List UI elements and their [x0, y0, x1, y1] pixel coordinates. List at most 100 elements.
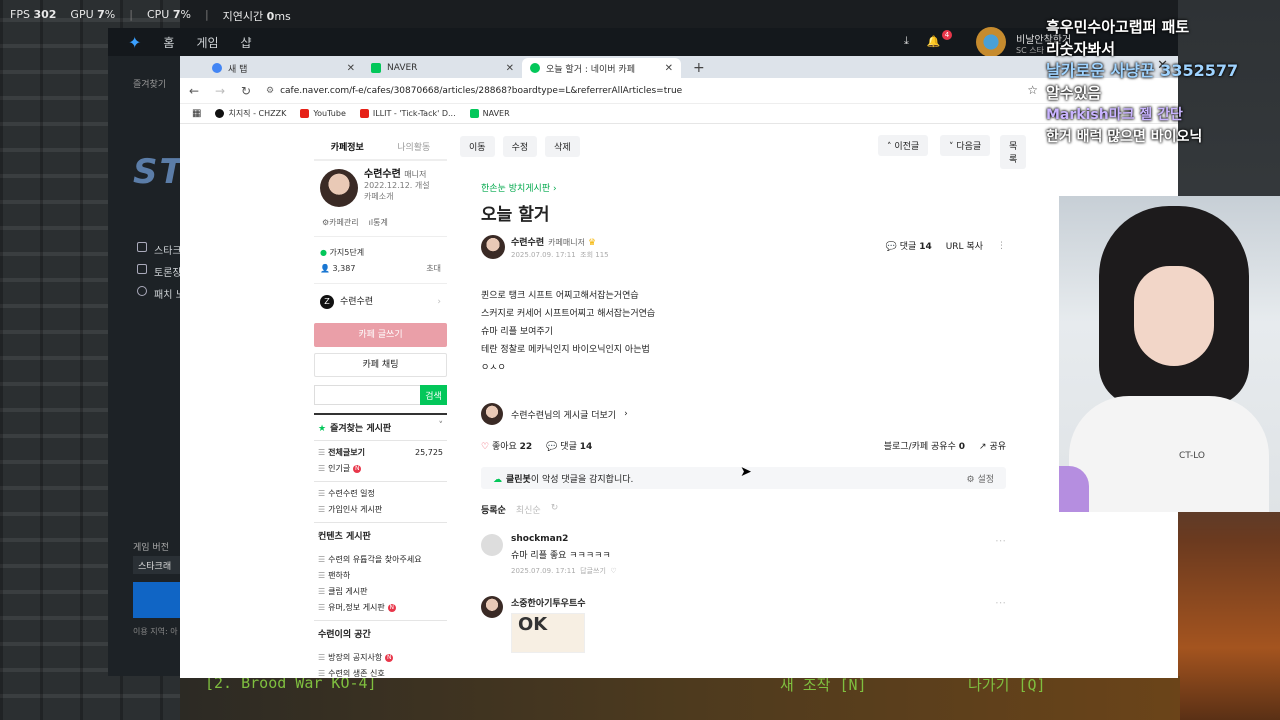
cafe-chat-button[interactable]: 카페 채팅 [314, 353, 447, 377]
cafe-search-button[interactable]: 검색 [420, 385, 447, 405]
board-breadcrumb[interactable]: 한손눈 방치게시판 › [460, 181, 1020, 194]
edit-button[interactable]: 수정 [502, 135, 538, 157]
cleanbot-settings-button[interactable]: ⚙ 설정 [966, 472, 994, 485]
sort-registered[interactable]: 등록순 [481, 503, 506, 516]
board-schedule[interactable]: ☰ 수련수련 일정 [318, 486, 443, 502]
browser-window: 새 탭 ✕ NAVER ✕ 오늘 할거 : 네이버 카페 ✕ + ✕ ← → ↻… [180, 56, 1178, 678]
manager-name[interactable]: 수련수련 [364, 169, 401, 180]
cafe-manage-link[interactable]: ⚙카페관리 [322, 217, 359, 228]
comment-author[interactable]: shockman2 [511, 534, 1020, 544]
cafe-level[interactable]: 가지5단계 [330, 248, 365, 257]
game-version-label: 게임 버전 [133, 543, 169, 553]
tab-cafe-info[interactable]: 카페정보 [314, 140, 381, 153]
user-avatar[interactable] [976, 27, 1006, 57]
board-humor-info[interactable]: ☰ 유머,정보 게시판 N [318, 600, 443, 616]
close-icon[interactable]: ✕ [506, 63, 514, 74]
launcher-nav-home[interactable]: 홈 [163, 34, 174, 51]
game-version-select[interactable]: 스타크래 [133, 556, 180, 574]
comment-author[interactable]: 소중한아기투우트수 [511, 596, 1020, 609]
move-button[interactable]: 이동 [460, 135, 495, 157]
close-icon[interactable]: ✕ [665, 63, 673, 74]
member-count[interactable]: 3,387 [333, 264, 356, 273]
heart-icon[interactable]: ♡ [610, 567, 616, 575]
author-name[interactable]: 수련수련 [511, 238, 544, 248]
list-icon: ☰ [318, 489, 326, 498]
body-line: 퀸으로 탱크 시프트 어찌고해서잡는거연습 [481, 291, 639, 301]
bookmark-chzzk[interactable]: 치지직 - CHZZK [215, 108, 286, 119]
cafe-search-input[interactable] [314, 385, 420, 405]
cafe-write-button[interactable]: 카페 글쓰기 [314, 323, 447, 347]
more-by-author-link[interactable]: 수련수련님의 게시글 더보기 › [460, 403, 1020, 425]
reply-count-button[interactable]: 💬 댓글 14 [546, 439, 592, 452]
cafe-intro-link[interactable]: 카페소개 [364, 191, 430, 202]
share-button[interactable]: ↗ 공유 [979, 439, 1006, 452]
body-line: ㅇㅅㅇ [481, 363, 506, 373]
prev-post-button[interactable]: ˄ 이전글 [878, 135, 929, 156]
streamer-face [1134, 266, 1214, 366]
launcher-nav-shop[interactable]: 샵 [241, 34, 252, 51]
body-line: 슈마 리플 보여주기 [481, 327, 553, 337]
site-info-icon[interactable]: ⚙ [266, 86, 274, 96]
launcher-nav-games[interactable]: 게임 [196, 34, 218, 51]
back-icon[interactable]: ← [188, 84, 200, 98]
refresh-icon[interactable]: ↻ [551, 503, 559, 516]
launcher-side-forum[interactable]: 토론장 [154, 264, 182, 279]
cafe-search: 검색 [314, 385, 447, 405]
article-actions: ♡ 좋아요 22 💬 댓글 14 블로그/카페 공유수 0 ↗ 공유 [460, 439, 1020, 457]
more-horizontal-icon[interactable]: ⋯ [995, 596, 1006, 609]
board-fan[interactable]: ☰ 팬하하 [318, 568, 443, 584]
list-icon: ☰ [318, 555, 326, 564]
battlenet-logo-icon[interactable]: ✦ [128, 33, 141, 52]
cafe-stats-link[interactable]: ıl통계 [369, 217, 388, 228]
apps-grid-icon[interactable]: ▦ [192, 108, 201, 119]
page-title: 오늘 할거 [481, 205, 550, 225]
tab-my-activity[interactable]: 나의활동 [381, 140, 448, 153]
avatar[interactable] [481, 235, 505, 259]
close-icon[interactable]: ✕ [347, 63, 355, 74]
board-find-youtube[interactable]: ☰ 수련의 유튭각을 찾아주세요 [318, 552, 443, 568]
list-button[interactable]: 목록 [1000, 135, 1027, 169]
board-all-posts[interactable]: ☰ 전체글보기 25,725 [318, 445, 443, 461]
play-button[interactable] [133, 582, 180, 618]
sidebar-tabs: 카페정보 나의활동 [314, 133, 447, 161]
reply-write-button[interactable]: 답글쓰기 [580, 567, 606, 575]
bookmark-youtube[interactable]: YouTube [300, 109, 346, 118]
download-icon[interactable]: ⤓ [904, 34, 909, 48]
forward-icon[interactable]: → [214, 84, 226, 98]
tab-new-tab[interactable]: 새 탭 ✕ [204, 58, 363, 78]
board-greetings[interactable]: ☰ 가입인사 게시판 [318, 502, 443, 518]
launcher-side-game[interactable]: 스타크 [154, 242, 182, 257]
avatar[interactable] [481, 596, 503, 618]
my-member-row[interactable]: Z 수련수련 › [314, 283, 447, 319]
list-icon: ☰ [318, 448, 326, 457]
chat-message: 한거 배럭 많으면 바이오닉 [1046, 129, 1203, 145]
avatar[interactable] [481, 534, 503, 556]
invite-link[interactable]: 초대 [426, 261, 441, 277]
chevron-right-icon: › [624, 409, 628, 419]
comment-count-button[interactable]: 💬 댓글 14 [886, 239, 932, 252]
bookmark-illit[interactable]: ILLIT - 'Tick-Tack' D... [359, 109, 456, 118]
new-tab-button[interactable]: + [693, 58, 705, 78]
board-notice[interactable]: ☰ 방장의 공지사항 N [318, 650, 443, 666]
tab-cafe-article[interactable]: 오늘 할거 : 네이버 카페 ✕ [522, 58, 681, 78]
url-field[interactable]: ⚙ cafe.naver.com/f-e/cafes/30870668/arti… [266, 86, 682, 96]
like-button[interactable]: ♡ 좋아요 22 [481, 439, 532, 452]
reload-icon[interactable]: ↻ [240, 84, 252, 98]
delete-button[interactable]: 삭제 [545, 135, 580, 157]
tab-naver[interactable]: NAVER ✕ [363, 58, 522, 78]
board-popular[interactable]: ☰ 인기글 N [318, 461, 443, 477]
author-role: 카페매니저 [548, 238, 585, 247]
favorite-boards-header[interactable]: ★ 즐겨찾는 게시판 ˅ [314, 413, 447, 440]
more-horizontal-icon[interactable]: ⋯ [995, 534, 1006, 547]
more-vertical-icon[interactable]: ⋮ [997, 241, 1006, 251]
bookmark-star-icon[interactable]: ☆ [1027, 83, 1038, 97]
board-group: ☰ 수련의 유튭각을 찾아주세요 ☰ 팬하하 ☰ 클립 게시판 ☰ 유머,정보 게시판 N [314, 548, 447, 620]
bookmark-naver[interactable]: NAVER [469, 109, 510, 118]
board-alive-signal[interactable]: ☰ 수련의 생존 신호 [318, 666, 443, 678]
sort-latest[interactable]: 최신순 [516, 503, 541, 516]
next-post-button[interactable]: ˅ 다음글 [940, 135, 991, 156]
board-clips[interactable]: ☰ 클립 게시판 [318, 584, 443, 600]
avatar[interactable] [320, 169, 358, 207]
url-copy-button[interactable]: URL 복사 [946, 239, 983, 252]
bell-icon[interactable]: 🔔 [927, 35, 941, 48]
